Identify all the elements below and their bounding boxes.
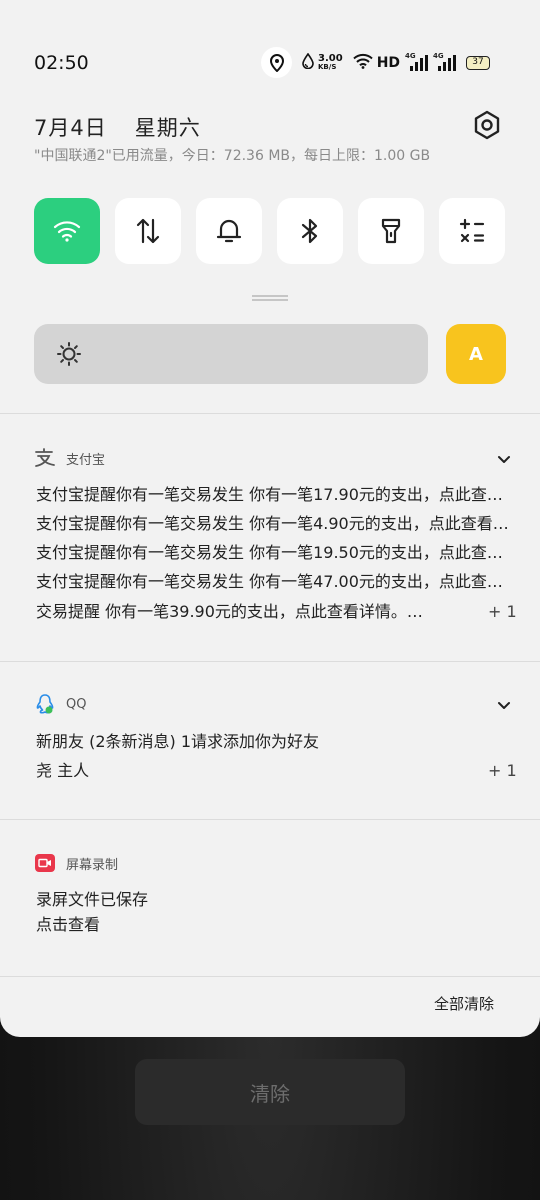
qq-icon xyxy=(36,694,54,714)
screen-record-icon xyxy=(35,854,55,872)
hd-voice-badge: HD xyxy=(376,55,401,71)
expand-chevron-icon[interactable] xyxy=(496,450,512,469)
alipay-icon xyxy=(35,448,55,467)
location-icon xyxy=(261,47,292,78)
calculator-toggle[interactable] xyxy=(439,198,505,264)
list-item: 支付宝提醒你有一笔交易发生 你有一笔47.00元的支出，点此查看详情。 xyxy=(36,572,516,591)
gear-icon xyxy=(474,110,500,140)
date-line: 7月4日 星期六 xyxy=(34,112,201,142)
clear-all-button[interactable]: 全部清除 xyxy=(434,993,494,1014)
data-usage-text: "中国联通2"已用流量，今日：72.36 MB，每日上限：1.00 GB xyxy=(34,148,431,164)
list-item: 支付宝提醒你有一笔交易发生 你有一笔17.90元的支出，点此查看详情。 xyxy=(36,485,516,504)
more-count: + 1 xyxy=(488,761,517,780)
wifi-icon xyxy=(53,221,81,242)
flashlight-toggle[interactable] xyxy=(358,198,424,264)
bluetooth-toggle[interactable] xyxy=(277,198,343,264)
divider xyxy=(0,976,540,977)
auto-brightness-button[interactable]: A xyxy=(446,324,506,384)
notification-shade: 02:50 3.00 KB/S HD 4G 4G 37 7月4日 星期六 "中国… xyxy=(0,0,540,1037)
qq-notification[interactable]: QQ 新朋友 (2条新消息) 1请求添加你为好友 尧 主人 + 1 xyxy=(0,694,540,804)
expand-chevron-icon[interactable] xyxy=(496,696,512,715)
sun-icon xyxy=(56,341,82,371)
drag-handle[interactable] xyxy=(252,295,288,301)
clock: 02:50 xyxy=(34,52,89,74)
mobile-data-toggle[interactable] xyxy=(115,198,181,264)
divider xyxy=(0,413,540,414)
divider xyxy=(0,819,540,820)
data-transfer-icon xyxy=(136,218,160,244)
list-item: 录屏文件已保存 xyxy=(36,890,149,909)
signal-1-icon: 4G xyxy=(405,52,429,72)
list-item: 交易提醒 你有一笔39.90元的支出，点此查看详情。… xyxy=(36,602,423,621)
clear-button[interactable]: 清除 xyxy=(135,1059,405,1125)
status-icons: 3.00 KB/S HD 4G 4G 37 xyxy=(302,50,491,76)
status-bar: 02:50 3.00 KB/S HD 4G 4G 37 xyxy=(0,44,540,84)
list-item: 支付宝提醒你有一笔交易发生 你有一笔19.50元的支出，点此查看详情。 xyxy=(36,543,516,562)
wifi-status-icon xyxy=(352,53,373,73)
list-item: 新朋友 (2条新消息) 1请求添加你为好友 xyxy=(36,732,320,751)
weekday: 星期六 xyxy=(134,116,201,140)
battery-indicator: 37 xyxy=(466,56,491,70)
list-item: 尧 主人 xyxy=(36,761,90,780)
brightness-slider[interactable] xyxy=(34,324,428,384)
flashlight-icon xyxy=(381,218,401,244)
list-item: 支付宝提醒你有一笔交易发生 你有一笔4.90元的支出，点此查看详情。 xyxy=(36,514,516,533)
list-item: 点击查看 xyxy=(36,915,101,934)
signal-2-icon: 4G xyxy=(433,52,457,72)
network-speed: 3.00 KB/S xyxy=(318,53,343,72)
alipay-notification[interactable]: 支付宝 支付宝提醒你有一笔交易发生 你有一笔17.90元的支出，点此查看详情。 … xyxy=(0,448,540,648)
bell-icon xyxy=(216,219,242,243)
screen-record-notification[interactable]: 屏幕录制 录屏文件已保存 点击查看 xyxy=(0,853,540,943)
sound-toggle[interactable] xyxy=(196,198,262,264)
calculator-icon xyxy=(459,218,485,243)
date: 7月4日 xyxy=(34,116,107,140)
wifi-toggle[interactable] xyxy=(34,198,100,264)
divider xyxy=(0,661,540,662)
settings-button[interactable] xyxy=(472,110,502,140)
quick-tiles xyxy=(34,198,520,264)
more-count: + 1 xyxy=(488,602,517,621)
data-drop-icon xyxy=(302,52,314,73)
bluetooth-icon xyxy=(301,218,318,244)
